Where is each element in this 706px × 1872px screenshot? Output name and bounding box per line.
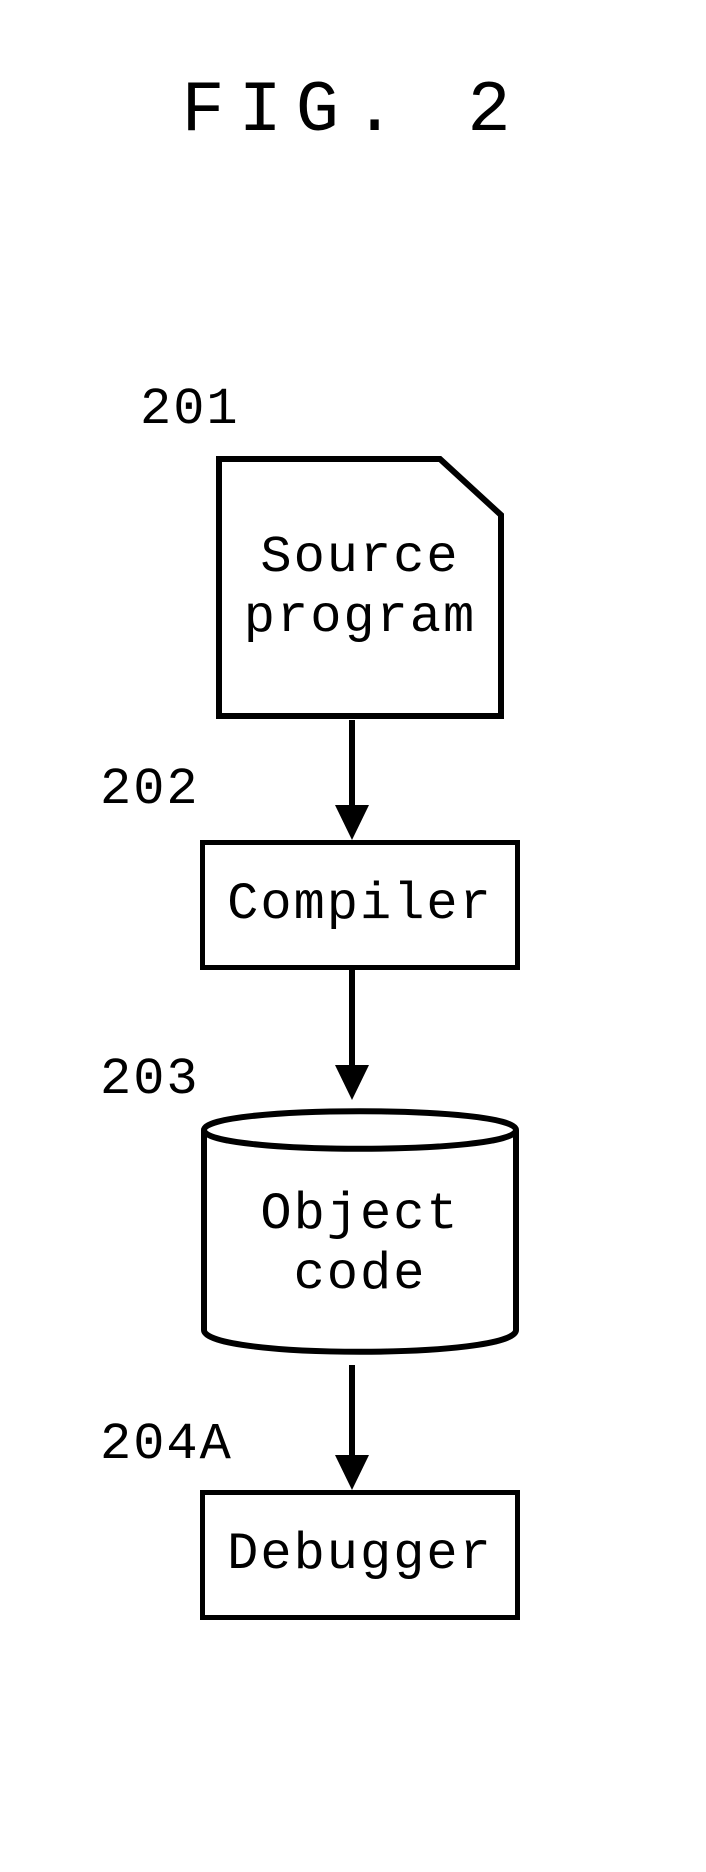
node-object-code: Object code	[200, 1095, 520, 1365]
figure-title: FIG. 2	[0, 70, 706, 152]
node-debugger-text: Debugger	[227, 1525, 493, 1585]
node-compiler-text: Compiler	[227, 875, 493, 935]
figure-canvas: FIG. 2 201 Source program 202 Compiler 2…	[0, 0, 706, 1872]
node-debugger: Debugger	[200, 1490, 520, 1620]
text-line: Object	[260, 1185, 459, 1244]
node-label-202: 202	[100, 760, 200, 819]
text-line: code	[294, 1245, 427, 1304]
node-label-204a: 204A	[100, 1415, 233, 1474]
node-source-program-text: Source program	[244, 528, 476, 648]
node-compiler: Compiler	[200, 840, 520, 970]
node-label-203: 203	[100, 1050, 200, 1109]
text-line: Source	[260, 528, 459, 587]
node-object-code-text: Object code	[260, 1185, 459, 1305]
node-source-program: Source program	[215, 455, 505, 720]
text-line: program	[244, 588, 476, 647]
node-label-201: 201	[140, 380, 240, 439]
